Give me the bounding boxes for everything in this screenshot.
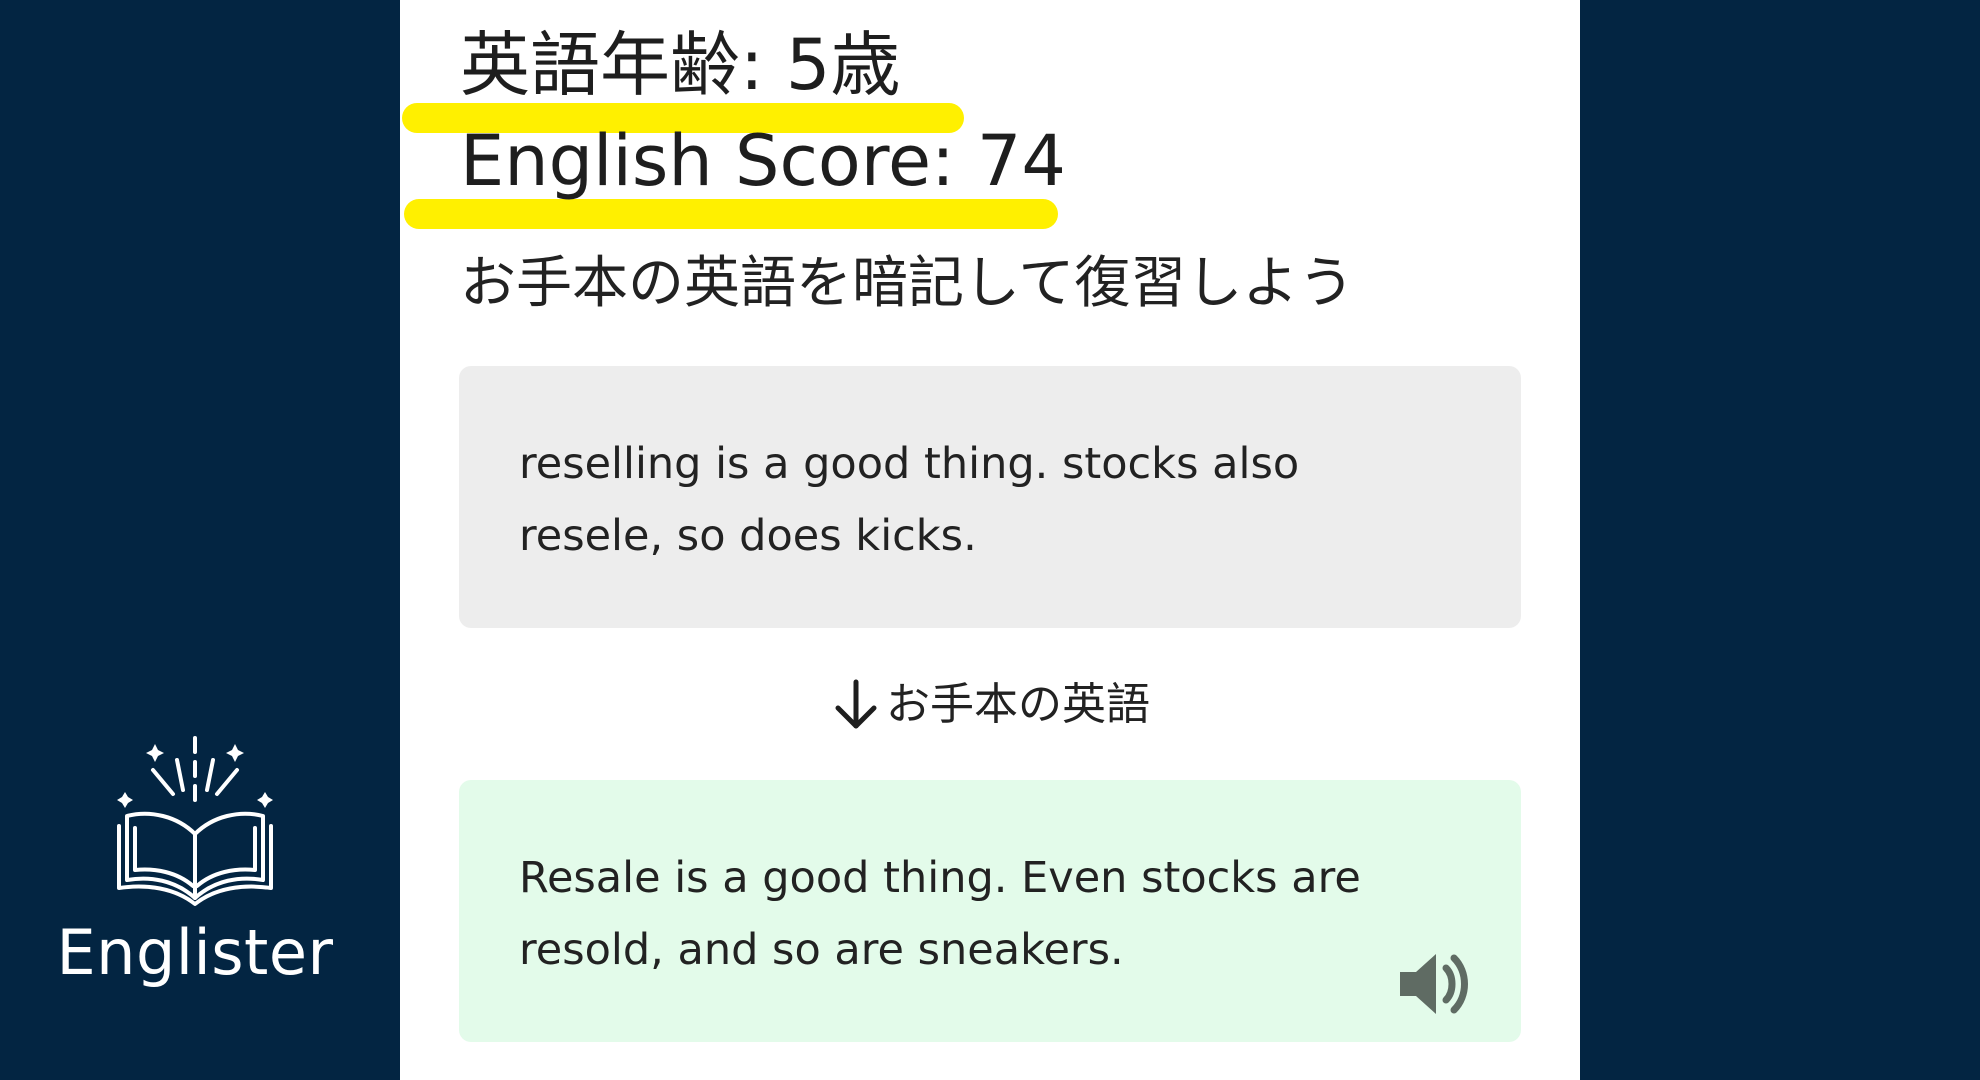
instruction-text: お手本の英語を暗記して復習しよう	[460, 251, 1355, 316]
brand-name: Englister	[56, 916, 334, 989]
stage: Englister 英語年齢: 5歳 English Score: 74 お手本…	[0, 0, 1980, 1080]
model-answer-label: お手本の英語	[886, 679, 1150, 730]
english-score: English Score: 74	[460, 120, 1066, 202]
model-answer-box: Resale is a good thing. Even stocks are …	[459, 780, 1521, 1042]
english-age: 英語年齢: 5歳	[460, 24, 901, 106]
brand-logo: Englister	[40, 730, 350, 989]
model-answer-text: Resale is a good thing. Even stocks are …	[519, 853, 1361, 975]
model-answer-divider: お手本の英語	[400, 668, 1580, 740]
open-book-sparkle-icon	[117, 736, 273, 906]
left-panel: Englister	[0, 0, 400, 1080]
result-card: 英語年齢: 5歳 English Score: 74 お手本の英語を暗記して復習…	[400, 0, 1580, 1080]
arrow-down-icon	[835, 679, 877, 729]
speaker-button[interactable]	[1396, 948, 1470, 1024]
user-answer-text: reselling is a good thing. stocks also r…	[519, 439, 1300, 561]
speaker-icon	[1400, 954, 1468, 1014]
user-answer-box: reselling is a good thing. stocks also r…	[459, 366, 1521, 628]
right-panel	[1580, 0, 1980, 1080]
